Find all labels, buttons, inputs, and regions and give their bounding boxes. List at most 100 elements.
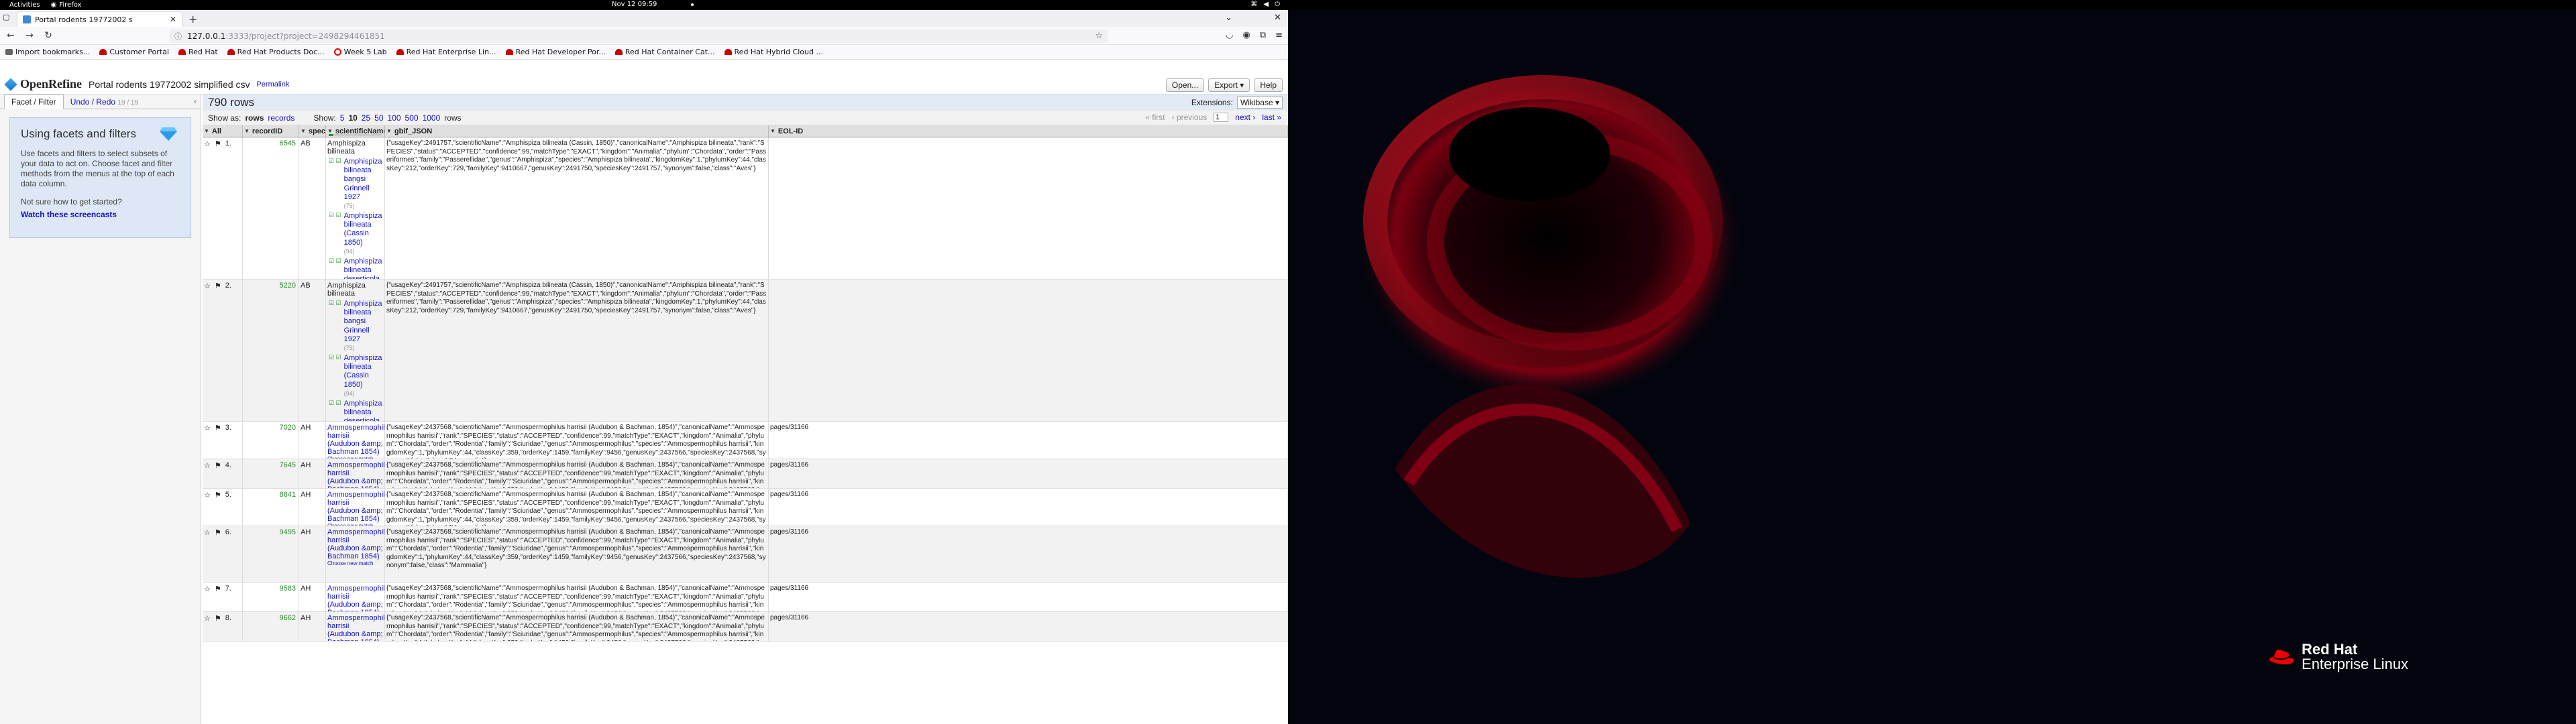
star-icon[interactable]: ☆	[204, 139, 211, 277]
extensions-icon[interactable]: ⧉	[1260, 30, 1266, 40]
star-icon[interactable]: ☆	[204, 614, 211, 639]
page-size-50[interactable]: 50	[374, 113, 383, 123]
column-menu-icon[interactable]: ▼	[204, 128, 209, 134]
project-name[interactable]: Portal rodents 19772002 simplified csv	[89, 79, 250, 90]
bookmark-developer-portal[interactable]: Red Hat Developer Por...	[505, 48, 606, 56]
rows-mode[interactable]: rows	[245, 113, 264, 123]
flag-icon[interactable]: ⚑	[215, 139, 221, 277]
page-size-100[interactable]: 100	[388, 113, 401, 123]
app-menu[interactable]: ◉ Firefox	[51, 1, 82, 9]
column-header-recordid[interactable]: ▼ recordID	[243, 125, 299, 137]
account-icon[interactable]: ◉	[1242, 30, 1250, 40]
match-check-icon[interactable]: ☑ ☑	[329, 400, 341, 421]
flag-icon[interactable]: ⚑	[215, 491, 221, 524]
flag-icon[interactable]: ⚑	[215, 528, 221, 580]
column-header-all[interactable]: ▼ All	[203, 125, 243, 137]
matched-entity-link[interactable]: Ammospermophilus harrisii (Audubon &amp;…	[327, 528, 384, 560]
close-tab-icon[interactable]: ✕	[170, 15, 176, 24]
clock[interactable]: Nov 12 09:59	[612, 1, 657, 8]
flag-icon[interactable]: ⚑	[215, 282, 221, 419]
bookmark-rhel[interactable]: Red Hat Enterprise Lin...	[396, 48, 496, 56]
matched-entity-link[interactable]: Ammospermophilus harrisii (Audubon &amp;…	[327, 461, 384, 488]
star-icon[interactable]: ☆	[204, 282, 211, 419]
match-check-icon[interactable]: ☑ ☑	[329, 158, 341, 210]
cell-gbif-json[interactable]: {"usageKey":2437568,"scientificName":"Am…	[385, 612, 769, 641]
openrefine-logo[interactable]: OpenRefine	[4, 77, 82, 91]
cell-gbif-json[interactable]: {"usageKey":2437568,"scientificName":"Am…	[385, 422, 769, 459]
column-menu-icon[interactable]: ▼	[386, 128, 392, 134]
bookmark-star-icon[interactable]: ☆	[1095, 31, 1103, 41]
page-size-1000[interactable]: 1000	[423, 113, 441, 123]
export-button[interactable]: Export ▾	[1208, 78, 1250, 92]
cell-recordid[interactable]: 9583	[243, 583, 299, 611]
cell-eol-id[interactable]: pages/31166	[769, 526, 1288, 582]
star-icon[interactable]: ☆	[204, 461, 211, 486]
bookmark-hybrid-cloud[interactable]: Red Hat Hybrid Cloud ...	[724, 48, 823, 56]
page-info-icon[interactable]: ⓘ	[174, 31, 182, 42]
cell-gbif-json[interactable]: {"usageKey":2437568,"scientificName":"Am…	[385, 583, 769, 611]
cell-scientificname[interactable]: Ammospermophilus harrisii (Audubon &amp;…	[326, 489, 385, 526]
cell-species[interactable]: AH	[299, 612, 326, 641]
previous-page-link[interactable]: ‹ previous	[1172, 113, 1208, 122]
forward-icon[interactable]: →	[24, 30, 35, 41]
cell-eol-id[interactable]	[769, 137, 1288, 279]
star-icon[interactable]: ☆	[204, 424, 211, 457]
candidate-link[interactable]: Amphispiza bilineata deserticola Ridgway…	[344, 400, 382, 421]
cell-eol-id[interactable]: pages/31166	[769, 422, 1288, 459]
column-menu-icon[interactable]: ▼	[327, 128, 333, 134]
menu-icon[interactable]: ≡	[1275, 30, 1283, 40]
cell-scientificname[interactable]: Ammospermophilus harrisii (Audubon &amp;…	[326, 612, 385, 641]
page-size-5[interactable]: 5	[340, 113, 345, 123]
wikibase-menu[interactable]: Wikibase ▾	[1236, 97, 1283, 109]
candidate-link[interactable]: Amphispiza bilineata (Cassin 1850)	[344, 212, 382, 247]
cell-eol-id[interactable]	[769, 280, 1288, 421]
cell-species[interactable]: AH	[299, 526, 326, 582]
help-button[interactable]: Help	[1254, 78, 1283, 92]
flag-icon[interactable]: ⚑	[215, 614, 221, 639]
column-header-scientificname[interactable]: ▼ scientificName	[326, 125, 385, 137]
next-page-link[interactable]: next ›	[1235, 113, 1255, 122]
star-icon[interactable]: ☆	[204, 585, 211, 609]
cell-eol-id[interactable]: pages/31166	[769, 583, 1288, 611]
collapse-panel-icon[interactable]: ‹	[194, 97, 197, 106]
cell-recordid[interactable]: 5220	[243, 280, 299, 421]
column-header-gbif-json[interactable]: ▼ gbif_JSON	[385, 125, 769, 137]
cell-species[interactable]: AB	[299, 137, 326, 279]
flag-icon[interactable]: ⚑	[215, 585, 221, 609]
tab-list-chevron-icon[interactable]: ⌄	[1225, 13, 1232, 23]
cell-species[interactable]: AH	[299, 422, 326, 459]
url-bar[interactable]: ⓘ 127.0.0.1 :3333/project?project=249829…	[169, 29, 1108, 43]
system-tray[interactable]: ⌘ ◀ ⏻	[1250, 1, 1280, 8]
match-check-icon[interactable]: ☑ ☑	[329, 257, 341, 279]
flag-icon[interactable]: ⚑	[215, 461, 221, 486]
choose-new-match-link[interactable]: Choose new match	[327, 456, 383, 459]
tab-undo-redo[interactable]: Undo / Redo 19 / 19	[64, 95, 145, 109]
flag-icon[interactable]: ⚑	[215, 424, 221, 457]
cell-scientificname[interactable]: Amphispiza bilineata ☑ ☑ Amphispiza biline…	[326, 280, 385, 421]
cell-species[interactable]: AH	[299, 489, 326, 526]
bookmark-red-hat[interactable]: Red Hat	[178, 48, 218, 56]
reload-icon[interactable]: ↻	[43, 30, 54, 41]
bookmark-customer-portal[interactable]: Customer Portal	[99, 48, 169, 56]
matched-entity-link[interactable]: Ammospermophilus harrisii (Audubon &amp;…	[327, 491, 384, 523]
bookmark-container-catalog[interactable]: Red Hat Container Cat...	[614, 48, 715, 56]
candidate-link[interactable]: Amphispiza bilineata bangsi Grinnell 192…	[344, 300, 382, 344]
page-number-input[interactable]	[1214, 113, 1229, 122]
page-size-500[interactable]: 500	[405, 113, 419, 123]
page-size-10[interactable]: 10	[348, 113, 357, 123]
cell-species[interactable]: AB	[299, 280, 326, 421]
column-menu-icon[interactable]: ▼	[244, 128, 250, 134]
list-all-tabs-icon[interactable]: ▢	[3, 13, 9, 21]
cell-recordid[interactable]: 7645	[243, 459, 299, 488]
column-menu-icon[interactable]: ▼	[770, 128, 775, 134]
candidate-link[interactable]: Amphispiza bilineata deserticola Ridgway…	[344, 257, 382, 279]
bookmark-products-doc[interactable]: Red Hat Products Doc...	[227, 48, 325, 56]
star-icon[interactable]: ☆	[204, 528, 211, 580]
cell-recordid[interactable]: 6545	[243, 137, 299, 279]
cell-species[interactable]: AH	[299, 583, 326, 611]
match-check-icon[interactable]: ☑ ☑	[329, 300, 341, 352]
back-icon[interactable]: ←	[5, 30, 16, 41]
first-page-link[interactable]: « first	[1145, 113, 1165, 122]
cell-species[interactable]: AH	[299, 459, 326, 488]
cell-gbif-json[interactable]: {"usageKey":2437568,"scientificName":"Am…	[385, 489, 769, 526]
